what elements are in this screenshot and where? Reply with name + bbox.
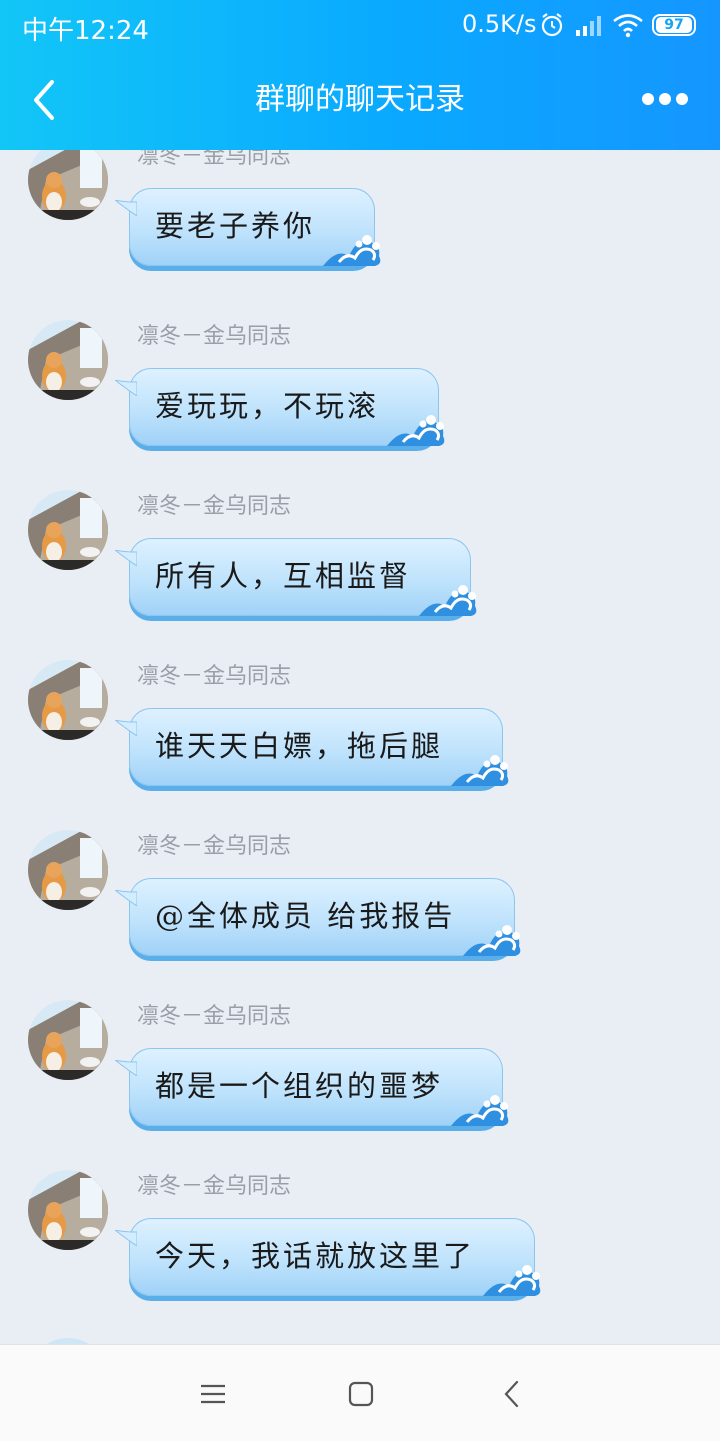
- message-text: 今天，我话就放这里了: [155, 1239, 476, 1273]
- sender-name: 凛冬－金乌同志: [137, 1004, 292, 1029]
- wave-decoration-icon: [419, 585, 477, 616]
- avatar[interactable]: [28, 490, 108, 570]
- sender-name: 凛冬－金乌同志: [137, 150, 292, 169]
- avatar[interactable]: [28, 1170, 108, 1250]
- bubble-tail-icon: [115, 1060, 137, 1076]
- message-item: 凛冬－金乌同志今天，我话就放这里了: [0, 1170, 720, 1340]
- back-arrow-icon[interactable]: [26, 78, 66, 122]
- status-time: 中午12:24: [22, 16, 149, 46]
- bubble-tail-icon: [115, 890, 137, 906]
- message-item: 凛冬－金乌同志都是一个组织的噩梦: [0, 1000, 720, 1170]
- menu-icon[interactable]: [198, 1379, 228, 1409]
- message-bubble[interactable]: 今天，我话就放这里了: [115, 1218, 541, 1296]
- message-bubble[interactable]: 爱玩玩，不玩滚: [115, 368, 445, 446]
- wave-decoration-icon: [451, 755, 509, 786]
- more-dots-icon: [642, 93, 654, 105]
- bubble-tail-icon: [115, 200, 137, 216]
- avatar[interactable]: [28, 830, 108, 910]
- message-list[interactable]: 凛冬－金乌同志 要老子养你 凛冬－金乌同志 爱玩玩，不玩滚 凛冬－金乌同志 所有人，互相监…: [0, 150, 720, 1344]
- message-item: 凛冬－金乌同志要老子养你: [0, 150, 720, 310]
- message-text: @全体成员 给我报告: [155, 899, 456, 933]
- message-bubble[interactable]: @全体成员 给我报告: [115, 878, 521, 956]
- message-bubble[interactable]: 要老子养你: [115, 188, 381, 266]
- message-bubble[interactable]: 都是一个组织的噩梦: [115, 1048, 509, 1126]
- network-speed: 0.5K/s: [462, 10, 537, 38]
- message-bubble[interactable]: 所有人，互相监督: [115, 538, 477, 616]
- bubble-tail-icon: [115, 380, 137, 396]
- message-text: 爱玩玩，不玩滚: [155, 389, 380, 423]
- message-text: 谁天天白嫖，拖后腿: [155, 729, 444, 763]
- status-bar: 中午12:24 0.5K/s 97: [0, 0, 720, 52]
- back-chevron-icon[interactable]: [498, 1379, 528, 1409]
- battery-icon: 97: [652, 14, 696, 36]
- bubble-tail-icon: [115, 720, 137, 736]
- wave-decoration-icon: [463, 925, 521, 956]
- wave-decoration-icon: [483, 1265, 541, 1296]
- message-item: 凛冬－金乌同志谁天天白嫖，拖后腿: [0, 660, 720, 830]
- message-item: 凛冬－金乌同志爱玩玩，不玩滚: [0, 320, 720, 490]
- message-text: 所有人，互相监督: [155, 559, 412, 593]
- sender-name: 凛冬－金乌同志: [137, 664, 292, 689]
- wave-decoration-icon: [323, 235, 381, 266]
- page-title: 群聊的聊天记录: [255, 82, 465, 117]
- sender-name: 凛冬－金乌同志: [137, 324, 292, 349]
- system-nav-bar: [0, 1344, 720, 1441]
- wave-decoration-icon: [451, 1095, 509, 1126]
- battery-level: 97: [656, 17, 692, 33]
- sender-name: 凛冬－金乌同志: [137, 1174, 292, 1199]
- more-options-button[interactable]: [640, 86, 690, 112]
- avatar[interactable]: [28, 320, 108, 400]
- avatar[interactable]: [28, 150, 108, 220]
- sender-name: 凛冬－金乌同志: [137, 494, 292, 519]
- wifi-icon: [613, 14, 643, 38]
- wave-decoration-icon: [387, 415, 445, 446]
- sender-name: 凛冬－金乌同志: [137, 834, 292, 859]
- message-item: 凛冬－金乌同志所有人，互相监督: [0, 490, 720, 660]
- bubble-tail-icon: [115, 550, 137, 566]
- message-bubble[interactable]: 谁天天白嫖，拖后腿: [115, 708, 509, 786]
- avatar[interactable]: [28, 1000, 108, 1080]
- message-text: 要老子养你: [155, 209, 316, 243]
- app-header: 中午12:24 0.5K/s 97 群聊的聊天记录: [0, 0, 720, 150]
- alarm-icon: [541, 13, 563, 37]
- bubble-tail-icon: [115, 1230, 137, 1246]
- message-item: 凛冬－金乌同志 @全体成员 给我报告: [0, 830, 720, 1000]
- signal-icon: [576, 16, 601, 36]
- message-text: 都是一个组织的噩梦: [155, 1069, 444, 1103]
- avatar[interactable]: [28, 660, 108, 740]
- home-square-icon[interactable]: [346, 1379, 376, 1409]
